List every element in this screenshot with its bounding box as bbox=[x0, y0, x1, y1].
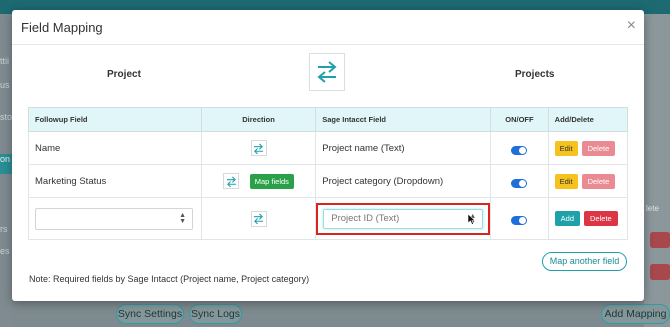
required-fields-note: Note: Required fields by Sage Intacct (P… bbox=[29, 274, 310, 284]
toggle-cell bbox=[490, 164, 549, 198]
bg-left-fragment: on bbox=[0, 154, 12, 174]
select-arrows-icon: ▲▼ bbox=[179, 211, 186, 225]
field-mapping-modal: Field Mapping × Project Projects Followu… bbox=[12, 10, 644, 301]
followup-field-cell: Marketing Status bbox=[28, 164, 202, 198]
delete-button[interactable]: Delete bbox=[584, 211, 618, 226]
bg-delete-button bbox=[650, 232, 670, 248]
highlight-box: Project ID (Text) ▲▼ bbox=[316, 202, 491, 235]
swap-arrows-icon[interactable] bbox=[223, 173, 240, 189]
bg-delete-button bbox=[650, 264, 670, 280]
edit-button[interactable]: Edit bbox=[554, 140, 578, 156]
actions-cell: Edit Delete bbox=[547, 164, 629, 198]
background-right-column: lete bbox=[644, 14, 670, 327]
background-left-sidebar: ttii us sto on rs es bbox=[0, 14, 12, 327]
bg-left-fragment: sto bbox=[0, 112, 13, 122]
sage-field-cell: Project ID (Text) ▲▼ bbox=[315, 197, 492, 240]
bg-right-label: lete bbox=[646, 204, 659, 213]
bg-left-fragment: us bbox=[0, 80, 10, 90]
direction-cell: Map fields bbox=[200, 164, 317, 198]
actions-cell: Add Delete bbox=[547, 197, 629, 240]
bg-left-fragment: ttii bbox=[0, 56, 9, 66]
map-another-field-button[interactable]: Map another field bbox=[542, 252, 627, 271]
sage-field-select[interactable]: Project ID (Text) ▲▼ bbox=[323, 208, 484, 232]
followup-field-select[interactable]: ▲ ▼ bbox=[35, 207, 193, 230]
swap-arrows-icon[interactable] bbox=[309, 53, 345, 91]
actions-cell: Edit Delete bbox=[547, 131, 629, 165]
table-header-row: Followup Field Direction Sage Intacct Fi… bbox=[28, 107, 629, 132]
direction-cell bbox=[200, 197, 317, 240]
sync-settings-button[interactable]: Sync Settings bbox=[116, 304, 184, 324]
table-row: ▲▼ Project ID (Text) ▲▼ bbox=[28, 197, 629, 240]
mapping-table: Followup Field Direction Sage Intacct Fi… bbox=[28, 107, 629, 240]
direction-cell bbox=[200, 131, 317, 165]
mouse-cursor-icon bbox=[467, 212, 476, 232]
bg-left-fragment: rs bbox=[0, 224, 8, 234]
swap-arrows-icon[interactable] bbox=[250, 210, 267, 227]
bg-left-fragment: es bbox=[0, 246, 10, 256]
left-system-label: Project bbox=[107, 69, 141, 80]
add-mapping-button[interactable]: Add Mapping bbox=[601, 304, 670, 324]
on-off-toggle[interactable] bbox=[511, 145, 528, 155]
on-off-toggle[interactable] bbox=[511, 216, 528, 225]
sage-field-cell: Project name (Text) bbox=[315, 131, 492, 165]
swap-arrows-icon[interactable] bbox=[250, 140, 267, 156]
delete-button[interactable]: Delete bbox=[581, 140, 616, 156]
header-sage-field: Sage Intacct Field bbox=[315, 107, 492, 132]
table-row: Name Project name (Text) Edit Delete bbox=[28, 131, 629, 165]
header-on-off: ON/OFF bbox=[490, 107, 549, 132]
close-icon[interactable]: × bbox=[627, 17, 636, 35]
add-button[interactable]: Add bbox=[554, 211, 581, 226]
header-followup-field: Followup Field bbox=[28, 107, 202, 132]
table-row: Marketing Status Map fields Project cate… bbox=[28, 164, 629, 198]
system-labels: Project Projects bbox=[12, 45, 644, 107]
map-fields-button[interactable]: Map fields bbox=[249, 173, 294, 189]
toggle-cell bbox=[490, 197, 549, 240]
right-system-label: Projects bbox=[515, 69, 555, 80]
sage-select-value: Project ID (Text) bbox=[331, 212, 400, 224]
toggle-cell bbox=[490, 131, 549, 165]
edit-button[interactable]: Edit bbox=[554, 173, 578, 189]
header-add-delete: Add/Delete bbox=[547, 107, 629, 132]
delete-button[interactable]: Delete bbox=[581, 173, 616, 189]
sage-field-cell: Project category (Dropdown) bbox=[315, 164, 492, 198]
modal-header: Field Mapping × bbox=[12, 10, 644, 45]
followup-field-cell: Name bbox=[28, 131, 202, 165]
followup-field-cell: ▲ ▼ bbox=[28, 197, 202, 240]
header-direction: Direction bbox=[200, 107, 317, 132]
on-off-toggle[interactable] bbox=[511, 178, 528, 188]
modal-title: Field Mapping bbox=[21, 20, 103, 35]
sync-logs-button[interactable]: Sync Logs bbox=[189, 304, 242, 324]
